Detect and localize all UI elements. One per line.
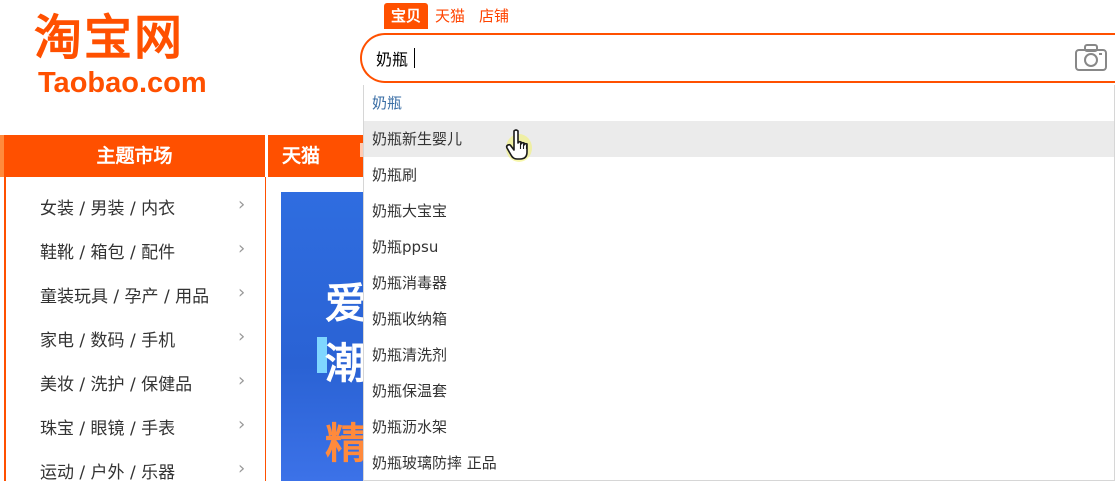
- search-type-tabs: 宝贝 天猫 店铺: [384, 3, 516, 31]
- category-label: 女装 / 男装 / 内衣: [40, 199, 176, 219]
- category-label: 珠宝 / 眼镜 / 手表: [40, 419, 176, 439]
- suggestion-item[interactable]: 奶瓶保温套: [364, 373, 1114, 409]
- chevron-right-icon: ›: [238, 326, 246, 347]
- chevron-right-icon: ›: [238, 238, 246, 259]
- search-tab-tmall[interactable]: 天猫: [428, 3, 472, 29]
- category-row[interactable]: 鞋靴 / 箱包 / 配件 ›: [6, 229, 266, 273]
- logo-english-text: Taobao.com: [38, 67, 207, 99]
- category-row[interactable]: 珠宝 / 眼镜 / 手表 ›: [6, 405, 266, 449]
- category-label: 家电 / 数码 / 手机: [40, 331, 176, 351]
- suggestion-item[interactable]: 奶瓶新生婴儿: [364, 121, 1114, 157]
- suggestion-item[interactable]: 奶瓶ppsu: [364, 229, 1114, 265]
- category-row[interactable]: 家电 / 数码 / 手机 ›: [6, 317, 266, 361]
- promo-banner[interactable]: 爱 潮 精: [281, 192, 371, 481]
- category-label: 鞋靴 / 箱包 / 配件: [40, 243, 176, 263]
- chevron-right-icon: ›: [238, 282, 246, 303]
- category-label: 美妆 / 洗护 / 保健品: [40, 375, 193, 395]
- search-box: [360, 33, 1115, 83]
- banner-text: 潮: [325, 339, 368, 388]
- hand-cursor-icon: [505, 129, 532, 162]
- search-tab-shop[interactable]: 店铺: [472, 3, 516, 29]
- search-tab-item[interactable]: 宝贝: [384, 3, 429, 29]
- category-label: 运动 / 户外 / 乐器: [40, 463, 176, 483]
- category-sidebar: 女装 / 男装 / 内衣 › 鞋靴 / 箱包 / 配件 › 童装玩具 / 孕产 …: [4, 177, 266, 483]
- banner-text: 精: [325, 419, 368, 468]
- category-row[interactable]: 运动 / 户外 / 乐器 ›: [6, 449, 266, 493]
- nav-tab-tmall[interactable]: 天猫: [282, 135, 320, 177]
- banner-text: 爱: [325, 279, 368, 328]
- suggestion-item[interactable]: 奶瓶收纳箱: [364, 301, 1114, 337]
- suggestion-item[interactable]: 奶瓶大宝宝: [364, 193, 1114, 229]
- chevron-right-icon: ›: [238, 414, 246, 435]
- camera-icon[interactable]: [1074, 43, 1108, 73]
- chevron-right-icon: ›: [238, 370, 246, 391]
- suggestion-item[interactable]: 奶瓶清洗剂: [364, 337, 1114, 373]
- logo-chinese-text: 淘宝网: [34, 10, 185, 66]
- search-input[interactable]: [376, 46, 1016, 70]
- suggestion-item[interactable]: 奶瓶沥水架: [364, 409, 1114, 445]
- suggestion-item[interactable]: 奶瓶消毒器: [364, 265, 1114, 301]
- main-nav-bar: 天猫: [268, 135, 363, 177]
- category-row[interactable]: 童装玩具 / 孕产 / 用品 ›: [6, 273, 266, 317]
- search-suggestion-dropdown: 奶瓶 奶瓶新生婴儿 奶瓶刷 奶瓶大宝宝 奶瓶ppsu 奶瓶消毒器 奶瓶收纳箱 奶…: [363, 85, 1115, 481]
- suggestion-item[interactable]: 奶瓶: [364, 85, 1114, 121]
- chevron-right-icon: ›: [238, 194, 246, 215]
- category-label: 童装玩具 / 孕产 / 用品: [40, 287, 210, 307]
- suggestion-item[interactable]: 奶瓶刷: [364, 157, 1114, 193]
- category-row[interactable]: 女装 / 男装 / 内衣 ›: [6, 185, 266, 229]
- suggestion-item[interactable]: 奶瓶玻璃防摔 正品: [364, 445, 1114, 481]
- theme-market-header: 主题市场: [0, 135, 265, 177]
- text-caret: [414, 48, 415, 68]
- chevron-right-icon: ›: [238, 458, 246, 479]
- category-row[interactable]: 美妆 / 洗护 / 保健品 ›: [6, 361, 266, 405]
- taobao-logo[interactable]: 淘宝网 Taobao.com: [30, 8, 240, 100]
